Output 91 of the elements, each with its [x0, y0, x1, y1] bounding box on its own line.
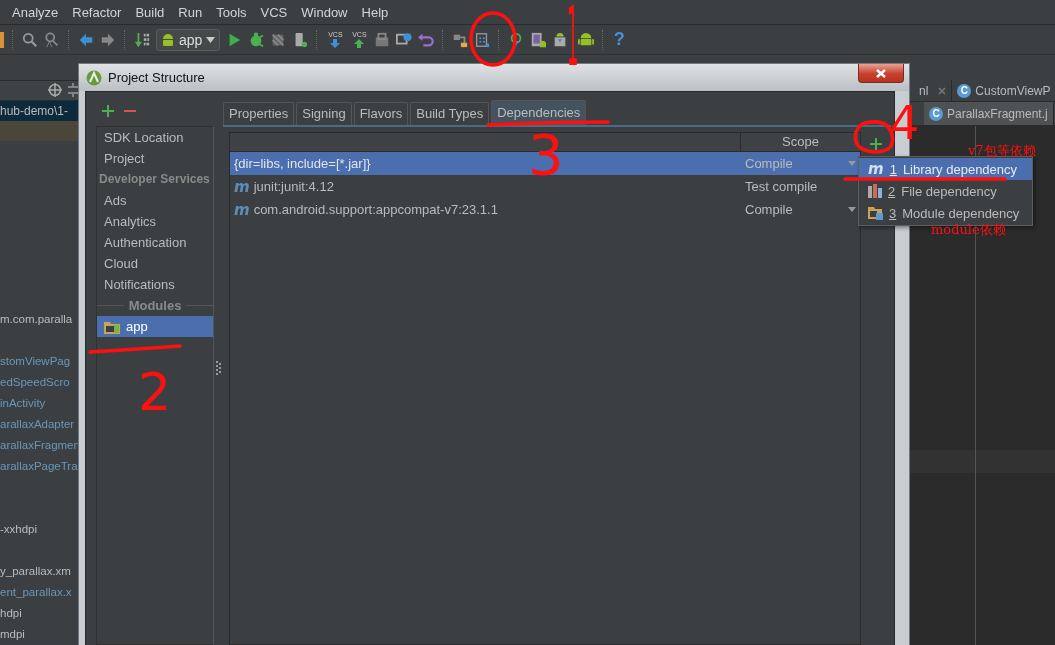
- menu-item[interactable]: Run: [178, 4, 203, 20]
- menu-item[interactable]: Help: [361, 4, 389, 20]
- menu-item[interactable]: Analyze: [12, 4, 59, 20]
- android-studio-icon: [86, 69, 102, 86]
- caret-icon[interactable]: [848, 207, 856, 212]
- handwritten-number: 2: [138, 366, 172, 418]
- maven-icon: m: [234, 202, 250, 217]
- device-icon[interactable]: [530, 31, 547, 48]
- debug-icon[interactable]: [248, 31, 265, 48]
- maven-icon: m: [868, 162, 884, 176]
- menu-item[interactable]: m 1 Library dependency: [859, 158, 1032, 180]
- collapse-icon[interactable]: [68, 83, 78, 98]
- make-project-icon[interactable]: [134, 31, 150, 48]
- grid-icon[interactable]: [474, 31, 491, 48]
- caret-icon: [206, 36, 216, 43]
- annotation-note: v7包等依赖: [968, 144, 1036, 157]
- section-header: Modules: [128, 298, 182, 313]
- menu-item[interactable]: 2 File dependency: [859, 180, 1032, 202]
- close-icon[interactable]: [938, 86, 947, 95]
- menu-item[interactable]: Window: [301, 4, 348, 20]
- section-header: Developer Services: [98, 171, 211, 188]
- table-cell: Test compile: [745, 179, 818, 194]
- sidebar-item[interactable]: Analytics: [97, 211, 213, 232]
- window-title: Project Structure: [108, 70, 205, 85]
- tree-item[interactable]: stomViewPag: [0, 351, 78, 372]
- class-icon: C: [957, 83, 972, 98]
- sidebar-item[interactable]: Ads: [97, 190, 213, 211]
- forward-arrow-icon[interactable]: [100, 31, 116, 48]
- help-button[interactable]: ?: [612, 29, 627, 50]
- dependency-row[interactable]: m junit:junit:4.12 Test compile: [230, 175, 860, 198]
- annotation-note: module依赖: [931, 223, 1006, 236]
- menu-item[interactable]: Build: [135, 4, 165, 20]
- plus-icon[interactable]: [870, 138, 882, 150]
- folder-icon: [868, 206, 883, 220]
- dependency-row[interactable]: m com.android.support:appcompat-v7:23.1.1 Compile: [230, 198, 860, 221]
- splitter-handle[interactable]: [216, 361, 221, 376]
- module-item[interactable]: app: [97, 316, 213, 337]
- table-cell: Compile: [745, 202, 793, 217]
- sidebar-item[interactable]: Cloud: [97, 253, 213, 274]
- circle-mark: [468, 10, 518, 68]
- tree-item[interactable]: inActivity: [0, 393, 78, 414]
- menu-item[interactable]: 3 Module dependency: [859, 202, 1032, 224]
- tree-item[interactable]: m.com.paralla: [0, 309, 78, 330]
- up-arrow-icon: [354, 39, 365, 48]
- sidebar-item[interactable]: Authentication: [97, 232, 213, 253]
- tree-item[interactable]: arallaxPageTra: [0, 456, 78, 477]
- table-cell: com.android.support:appcompat-v7:23.1.1: [253, 202, 498, 217]
- table-cell: Compile: [745, 156, 793, 171]
- close-icon: [876, 68, 886, 78]
- tree-item[interactable]: arallaxAdapter: [0, 414, 78, 435]
- target-icon[interactable]: [48, 83, 62, 98]
- save-icon[interactable]: [0, 31, 4, 48]
- tree-item[interactable]: ent_parallax.x: [0, 582, 78, 603]
- android-icon: [161, 32, 175, 47]
- tab[interactable]: Flavors: [353, 102, 409, 125]
- maven-icon: m: [234, 179, 250, 194]
- tree-item[interactable]: mdpi: [0, 624, 78, 645]
- menu-item[interactable]: VCS: [260, 4, 288, 20]
- tree-item[interactable]: y_parallax.xm: [0, 561, 78, 582]
- sidebar-item[interactable]: SDK Location: [97, 127, 213, 148]
- compare-icon[interactable]: [374, 31, 391, 48]
- tab[interactable]: Signing: [296, 102, 352, 125]
- tree-item[interactable]: -xxhdpi: [0, 519, 78, 540]
- plus-icon[interactable]: [102, 105, 114, 117]
- tree-item[interactable]: edSpeedScro: [0, 372, 78, 393]
- table-cell: junit:junit:4.12: [253, 179, 334, 194]
- back-arrow-icon[interactable]: [78, 31, 94, 48]
- search-icon[interactable]: [22, 31, 38, 48]
- menu-item[interactable]: Tools: [216, 4, 247, 20]
- editor-tab[interactable]: C CustomViewP: [952, 80, 1055, 101]
- coverage-icon[interactable]: [270, 31, 287, 48]
- tab[interactable]: Build Types: [410, 102, 490, 125]
- android-icon[interactable]: [578, 31, 595, 48]
- breadcrumb[interactable]: hub-demo\1-: [0, 100, 78, 121]
- folder-icon: [104, 319, 120, 334]
- column-header: Scope: [740, 133, 860, 151]
- close-button[interactable]: [858, 64, 904, 83]
- find-usages-icon[interactable]: [44, 31, 60, 48]
- sidebar-item[interactable]: Project: [97, 148, 213, 169]
- handwritten-number: 1: [567, 0, 579, 78]
- class-icon: C: [929, 106, 943, 121]
- menu-item[interactable]: Refactor: [72, 4, 122, 20]
- editor-tab[interactable]: nl: [914, 80, 953, 101]
- tree-item[interactable]: hdpi: [0, 603, 78, 624]
- down-arrow-icon: [330, 39, 341, 48]
- sidebar-item[interactable]: Notifications: [97, 274, 213, 295]
- table-cell: {dir=libs, include=[*.jar]}: [234, 156, 371, 171]
- editor-tab[interactable]: C ParallaxFragment.j: [924, 102, 1054, 125]
- bar-chart-icon: [868, 184, 882, 198]
- tab[interactable]: Properties: [223, 102, 295, 125]
- run-configuration-dropdown[interactable]: app: [156, 28, 221, 51]
